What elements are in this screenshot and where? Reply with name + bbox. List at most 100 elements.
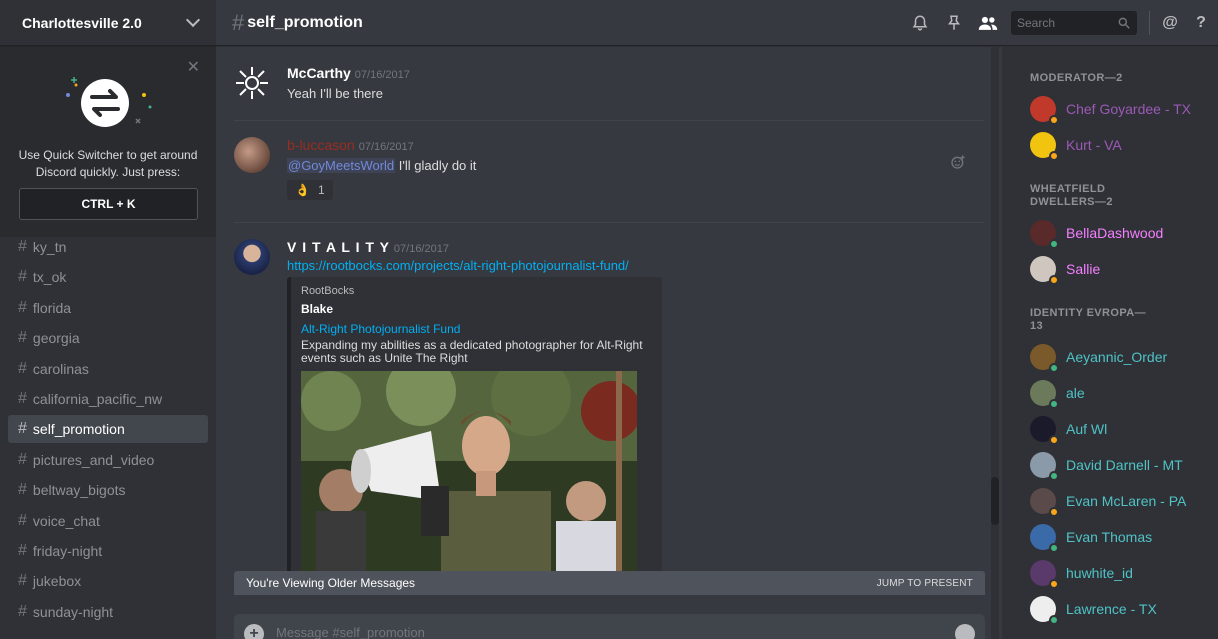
channel-item[interactable]: # carolinas: [8, 355, 208, 383]
avatar: [1030, 380, 1059, 409]
message: McCarthy 07/16/2017 Yeah I'll be there: [234, 65, 984, 115]
embed-title[interactable]: Alt-Right Photojournalist Fund: [301, 322, 652, 336]
channel-name: florida: [32, 299, 72, 316]
channel-name: pictures_and_video: [32, 451, 155, 468]
avatar: [1030, 488, 1059, 517]
hash-icon: #: [18, 359, 27, 377]
member-item[interactable]: Auf Wl: [1002, 411, 1218, 447]
hash-icon: #: [18, 572, 27, 590]
message-text: @GoyMeetsWorld I'll gladly do it: [287, 158, 477, 173]
channel-item[interactable]: # pictures_and_video: [8, 446, 208, 474]
help-icon[interactable]: ?: [1184, 14, 1218, 32]
older-messages-bar[interactable]: You're Viewing Older Messages JUMP TO PR…: [234, 571, 985, 595]
message-author[interactable]: McCarthy: [287, 65, 351, 81]
message-timestamp: 07/16/2017: [393, 243, 449, 255]
channel-item[interactable]: # sunday-night: [8, 598, 208, 626]
server-header[interactable]: Charlottesville 2.0: [0, 0, 216, 46]
status-indicator: [1049, 579, 1059, 589]
avatar[interactable]: [234, 65, 270, 101]
upload-plus-icon[interactable]: +: [244, 624, 264, 639]
user-mention[interactable]: @GoyMeetsWorld: [287, 158, 396, 173]
member-item[interactable]: Evan McLaren - PA: [1002, 483, 1218, 519]
member-name: Kurt - VA: [1066, 137, 1122, 153]
message-author[interactable]: b-luccason: [287, 137, 355, 153]
message-timestamp: 07/16/2017: [354, 69, 410, 81]
channel-name: beltway_bigots: [32, 482, 126, 499]
pin-icon[interactable]: [937, 14, 971, 32]
member-item[interactable]: Lawrence - TX: [1002, 591, 1218, 627]
avatar[interactable]: [234, 239, 270, 275]
member-item[interactable]: David Darnell - MT: [1002, 447, 1218, 483]
hash-icon: #: [18, 389, 27, 407]
chevron-down-icon[interactable]: [185, 12, 201, 28]
embed-author[interactable]: Blake: [301, 302, 652, 316]
reaction[interactable]: 👌 1: [287, 180, 333, 200]
avatar: [1030, 344, 1059, 373]
mentions-icon[interactable]: @: [1156, 14, 1184, 32]
member-item[interactable]: Evan Thomas: [1002, 519, 1218, 555]
member-item[interactable]: BellaDashwood: [1002, 215, 1218, 251]
quick-switcher-shortcut[interactable]: CTRL + K: [19, 188, 198, 220]
avatar: [1030, 256, 1059, 285]
member-item[interactable]: Kurt - VA: [1002, 127, 1218, 163]
member-name: ale: [1066, 385, 1085, 401]
status-indicator: [1049, 471, 1059, 481]
channel-item[interactable]: # friday-night: [8, 537, 208, 565]
channel-header: # self_promotion @ ?: [216, 0, 1218, 46]
message-scrollbar[interactable]: [991, 47, 999, 639]
channel-item[interactable]: # california_pacific_nw: [8, 385, 208, 413]
hash-icon: #: [18, 450, 27, 468]
channel-item[interactable]: # florida: [8, 294, 208, 322]
message-link[interactable]: https://rootbocks.com/projects/alt-right…: [287, 258, 629, 273]
hash-icon: #: [18, 298, 27, 316]
quick-switcher-tip: ✕ Use Quick Switcher to get around Disco…: [0, 47, 216, 237]
message-composer[interactable]: +: [234, 614, 985, 639]
channel-name: georgia: [32, 330, 80, 347]
avatar[interactable]: [234, 137, 270, 173]
hash-icon: #: [18, 268, 27, 286]
hash-icon: #: [18, 329, 27, 347]
search-input[interactable]: [1017, 16, 1117, 30]
close-icon[interactable]: ✕: [187, 57, 200, 77]
channel-name: tx_ok: [32, 269, 67, 286]
avatar: [1030, 416, 1059, 445]
channel-item[interactable]: # jukebox: [8, 567, 208, 595]
link-embed: RootBocks Blake Alt-Right Photojournalis…: [287, 277, 662, 587]
member-list-icon[interactable]: [971, 14, 1005, 32]
scrollbar-thumb[interactable]: [991, 477, 999, 525]
server-name: Charlottesville 2.0: [22, 14, 142, 31]
search-box[interactable]: [1011, 11, 1137, 35]
channel-item[interactable]: # georgia: [8, 324, 208, 352]
avatar: [1030, 96, 1059, 125]
status-indicator: [1049, 615, 1059, 625]
status-indicator: [1049, 115, 1059, 125]
jump-to-present-button[interactable]: JUMP TO PRESENT: [877, 578, 973, 589]
header-divider: [1149, 11, 1150, 35]
message-author[interactable]: V I T A L I T Y: [287, 239, 390, 255]
member-item[interactable]: Chef Goyardee - TX: [1002, 91, 1218, 127]
emoji-picker-icon[interactable]: [955, 624, 975, 639]
member-name: Sallie: [1066, 261, 1101, 277]
embed-image[interactable]: [301, 371, 637, 571]
hash-icon: #: [18, 420, 27, 438]
channel-item[interactable]: # beltway_bigots: [8, 476, 208, 504]
channel-item[interactable]: # ky_tn: [8, 233, 208, 261]
embed-provider[interactable]: RootBocks: [301, 285, 652, 297]
channel-item[interactable]: # tx_ok: [8, 263, 208, 291]
member-item[interactable]: ale: [1002, 375, 1218, 411]
channel-name: jukebox: [32, 573, 82, 590]
message-input[interactable]: [276, 625, 955, 639]
channel-item[interactable]: # voice_chat: [8, 507, 208, 535]
member-item[interactable]: Sallie: [1002, 251, 1218, 287]
avatar: [1030, 220, 1059, 249]
member-item[interactable]: huwhite_id: [1002, 555, 1218, 591]
message-list: McCarthy 07/16/2017 Yeah I'll be there b-…: [216, 47, 1002, 639]
bell-icon[interactable]: [903, 14, 937, 32]
add-reaction-icon[interactable]: [950, 154, 966, 173]
hash-icon: #: [18, 238, 27, 255]
message-timestamp: 07/16/2017: [358, 141, 414, 153]
ok-hand-icon: 👌: [295, 183, 310, 197]
embed-description: Expanding my abilities as a dedicated ph…: [301, 338, 643, 365]
channel-item[interactable]: # self_promotion: [8, 415, 208, 444]
member-item[interactable]: Aeyannic_Order: [1002, 339, 1218, 375]
